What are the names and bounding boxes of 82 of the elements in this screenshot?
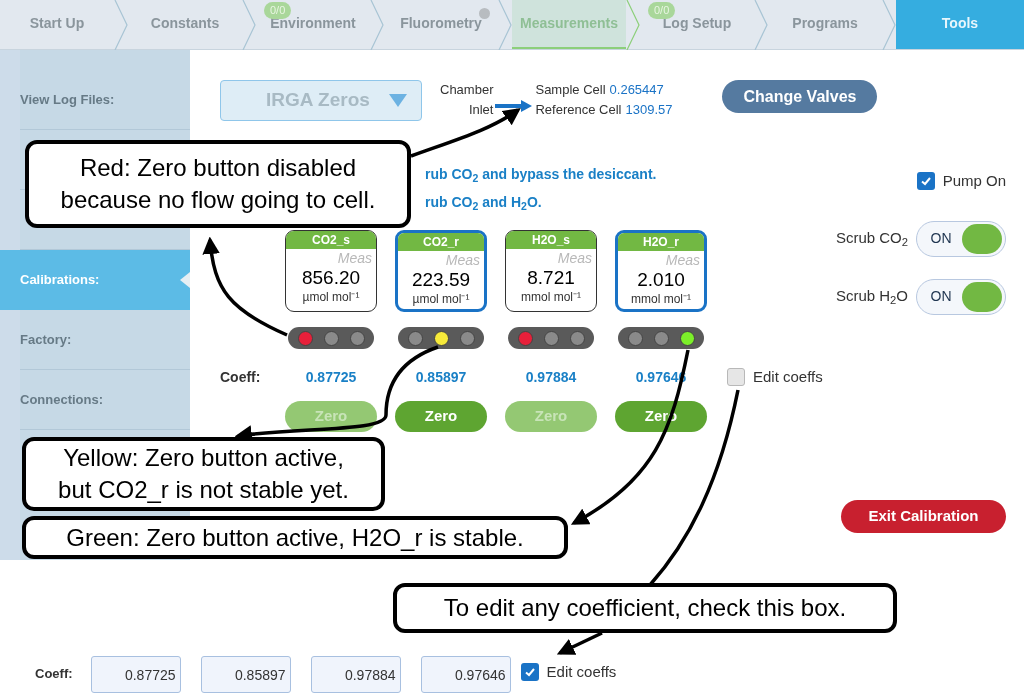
sidebar-item[interactable]: View Log Files: [20, 89, 115, 110]
coeff-label: Coeff: [220, 367, 262, 387]
sensor-name: H2O_s [506, 231, 596, 249]
nav-tab[interactable]: Constants [128, 0, 242, 49]
coeff-input[interactable]: 0.97646 [420, 656, 511, 693]
toggle-knob [962, 281, 1002, 312]
mode-label: Meas [556, 249, 593, 267]
sidebar-item[interactable]: Factory: [20, 329, 72, 350]
sensor-value: 8.721 [526, 267, 576, 289]
sensor-value: 2.010 [636, 269, 686, 291]
chevron-icon [370, 0, 384, 50]
edit-coeffs-label: Edit coeffs [753, 366, 823, 387]
cell-value: 0.265447 [609, 81, 664, 99]
mode-label: Meas [336, 249, 373, 267]
zero-button[interactable]: Zero [395, 401, 487, 432]
sidebar-item[interactable]: Calibrations: [20, 270, 100, 290]
toggle-state: ON [929, 287, 953, 306]
pointer-icon [180, 272, 190, 288]
chevron-icon [114, 0, 128, 50]
chevron-icon [498, 0, 512, 50]
toggle-switch[interactable]: ON [916, 278, 1006, 315]
instruction-text: rub CO$_{2}$ and H$_{2}$O. [425, 193, 543, 214]
callout: To edit any coefficient, check this box. [393, 583, 897, 633]
sensor-name: H2O_r [618, 233, 704, 251]
sensor-value: 223.59 [410, 269, 472, 291]
callout: Red: Zero button disabled because no flow going to cell. [25, 140, 411, 228]
sensor-name: CO2_r [398, 233, 484, 251]
scrub-label: Scrub CO$_{2}$ [835, 228, 908, 250]
coeff-value: 0.97884 [524, 367, 578, 387]
coeff-value: 0.87725 [304, 367, 358, 387]
unit-label: µmol mol⁻¹ [411, 291, 471, 307]
coeff-label: Coeff: [35, 664, 73, 683]
count-badge: 0/0 [648, 2, 676, 19]
dropdown-caret-icon [389, 94, 407, 107]
chevron-icon [882, 0, 896, 50]
sensor-card[interactable]: CO2_s Meas 856.20 µmol mol⁻¹ [285, 230, 377, 312]
cell-label: Sample Cell [535, 81, 606, 99]
chevron-icon [626, 0, 640, 50]
coeff-input[interactable]: 0.97884 [310, 656, 401, 693]
pump-label: Pump On [942, 171, 1006, 191]
toggle-knob [962, 223, 1002, 254]
coeff-input[interactable]: 0.85897 [200, 656, 291, 693]
checkbox[interactable] [727, 368, 745, 386]
nav-tab[interactable]: Tools [896, 0, 1024, 49]
unit-label: mmol mol⁻¹ [520, 289, 582, 305]
toggle-state: ON [929, 229, 953, 248]
unit-label: mmol mol⁻¹ [630, 291, 692, 307]
scrub-label: Scrub H$_{2}$O [835, 286, 908, 308]
sensor-name: CO2_s [286, 231, 376, 249]
callout: Green: Zero button active, H2O_r is stable. [22, 516, 568, 559]
cell-value: 1309.57 [625, 100, 673, 119]
change-valves-button[interactable]: Change Valves [722, 80, 878, 113]
nav-tab[interactable]: Fluorometry [384, 0, 498, 49]
mode-label: Meas [664, 251, 701, 269]
coeff-value: 0.85897 [414, 367, 468, 387]
edit-coeffs-label: Edit coeffs [546, 661, 617, 682]
callout: Yellow: Zero button active, but CO2_r is not stable yet. [22, 437, 385, 511]
nav-tab[interactable]: Programs [768, 0, 882, 49]
chevron-icon [754, 0, 768, 50]
sensor-card[interactable]: H2O_s Meas 8.721 mmol mol⁻¹ [505, 230, 597, 312]
unit-label: µmol mol⁻¹ [301, 289, 361, 305]
inlet-label: Inlet [468, 100, 494, 119]
toggle-switch[interactable]: ON [916, 220, 1006, 257]
flow-arrow-icon [495, 99, 534, 113]
nav-tab[interactable]: Start Up [0, 0, 114, 49]
count-badge: 0/0 [264, 2, 292, 19]
sensor-card[interactable]: H2O_r Meas 2.010 mmol mol⁻¹ [615, 230, 707, 312]
chevron-icon [242, 0, 256, 50]
checkbox[interactable] [520, 662, 539, 681]
sensor-value: 856.20 [300, 267, 362, 289]
instruction-text: rub CO$_{2}$ and bypass the desiccant. [425, 165, 658, 186]
exit-calibration-button[interactable]: Exit Calibration [841, 499, 1006, 533]
checkmark-icon [919, 175, 932, 188]
coeff-input[interactable]: 0.87725 [90, 656, 181, 693]
chamber-label: Chamber [440, 81, 494, 99]
nav-tab[interactable]: Measurements [512, 0, 626, 49]
cell-label: Reference Cell [535, 100, 622, 119]
mode-label: Meas [444, 251, 481, 269]
callout-arrow [556, 631, 603, 655]
checkbox[interactable] [916, 172, 935, 191]
sidebar-item[interactable]: Connections: [20, 389, 104, 410]
sensor-card[interactable]: CO2_r Meas 223.59 µmol mol⁻¹ [395, 230, 487, 312]
